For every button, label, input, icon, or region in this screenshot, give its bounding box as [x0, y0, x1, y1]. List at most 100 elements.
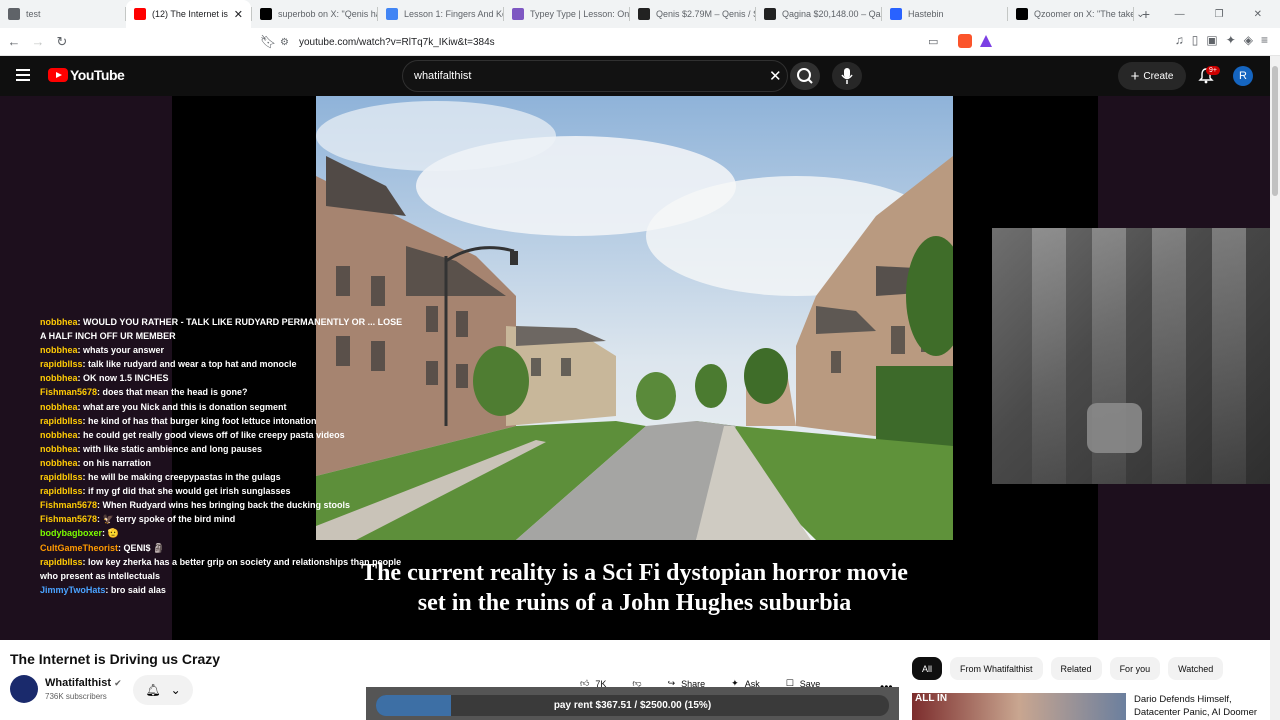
youtube-logo[interactable]: YouTube — [48, 67, 125, 83]
reload-icon[interactable]: ↻ — [52, 34, 72, 50]
youtube-play-icon — [48, 68, 68, 82]
x-icon — [260, 8, 272, 20]
clear-search-icon[interactable]: ✕ — [769, 67, 782, 85]
voice-search-button[interactable] — [832, 62, 862, 90]
chat-text: he will be making creepypastas in the gu… — [88, 472, 281, 483]
webcam-overlay — [992, 228, 1270, 484]
hamburger-menu-icon[interactable] — [16, 69, 30, 81]
chat-username: Fishman5678 — [40, 500, 98, 511]
chat-message: rapidblIss: he will be making creepypast… — [40, 472, 281, 483]
chat-message: Fishman5678: When Rudyard wins hes bring… — [40, 500, 351, 511]
address-bar: ← → ↻ 🔖︎ ⚙︎ youtube.com/watch?v=RlTq7k_I… — [0, 28, 1280, 56]
close-window-icon[interactable]: ✕ — [1254, 9, 1262, 20]
doc-icon — [386, 8, 398, 20]
chat-text: whats your answer — [83, 345, 165, 356]
channel-name[interactable]: Whatifalthist ✔ — [45, 677, 122, 689]
filter-chips: All From Whatifalthist Related For you Watch… — [912, 657, 1224, 680]
tab-search-icon[interactable]: ⌄ — [1136, 9, 1144, 20]
channel-name-text: Whatifalthist — [45, 677, 111, 689]
recommended-thumbnail[interactable]: ALL IN — [912, 693, 1126, 720]
account-avatar[interactable]: R — [1233, 66, 1253, 86]
caption-line-1: The current reality is a Sci Fi dystopia… — [361, 560, 908, 586]
chat-username: Fishman5678 — [40, 514, 98, 525]
wallet-icon[interactable]: ▣ — [1206, 33, 1217, 47]
browser-tab[interactable]: test — [0, 0, 125, 28]
chat-username: nobbhea — [40, 345, 78, 356]
forward-icon[interactable]: → — [28, 34, 48, 49]
chat-username: bodybagboxer — [40, 528, 103, 539]
browser-tab[interactable]: Qagina $20,148.00 – Qag — [756, 0, 881, 28]
youtube-header: YouTube whatifalthist ✕ + Create 9+ R — [0, 56, 1270, 96]
filter-chip[interactable]: For you — [1109, 657, 1161, 680]
vpn-icon[interactable]: ◈ — [1244, 33, 1253, 47]
filter-chip[interactable]: Watched — [1168, 657, 1224, 680]
menu-icon[interactable]: ≡ — [1261, 33, 1268, 47]
browser-tab[interactable]: Qzoomer on X: "The take — [1008, 0, 1133, 28]
chat-message: nobbhea: whats your answer — [40, 345, 165, 356]
tab-label: Qenis $2.79M – Qenis / S — [656, 9, 755, 19]
back-icon[interactable]: ← — [4, 34, 24, 49]
bookmark-icon[interactable]: 🔖︎ — [258, 34, 278, 50]
chat-text: 🦅 terry spoke of the bird mind — [102, 514, 236, 525]
filter-chip[interactable]: All — [912, 657, 943, 680]
chat-text: he kind of has that burger king foot let… — [88, 415, 317, 426]
chat-message: nobbhea: WOULD YOU RATHER - TALK LIKE RU… — [40, 317, 403, 342]
keyboard-icon — [512, 8, 524, 20]
browser-tab[interactable]: Typey Type | Lesson: One — [504, 0, 629, 28]
browser-tab[interactable]: superbob on X: "Qenis has — [252, 0, 377, 28]
plus-icon: + — [1130, 67, 1140, 85]
close-tab-icon[interactable]: ✕ — [234, 8, 243, 21]
tab-label: Lesson 1: Fingers And Ke — [404, 9, 503, 19]
media-icon[interactable]: ♫ — [1175, 33, 1184, 47]
restore-icon[interactable]: ❐ — [1215, 9, 1224, 20]
url-text: youtube.com/watch?v=RlTq7k_IKiw&t=384s — [298, 36, 495, 48]
chat-username: rapidblIss — [40, 486, 83, 497]
video-player[interactable]: nobbhea: WOULD YOU RATHER - TALK LIKE RU… — [0, 96, 1270, 640]
create-button[interactable]: + Create — [1118, 62, 1186, 90]
chat-overlay: nobbhea: WOULD YOU RATHER - TALK LIKE RU… — [40, 315, 410, 597]
paste-icon — [890, 8, 902, 20]
url-field[interactable]: ⚙︎ youtube.com/watch?v=RlTq7k_IKiw&t=384… — [280, 32, 1000, 52]
scrollbar-thumb[interactable] — [1272, 66, 1278, 196]
browser-tab[interactable]: Lesson 1: Fingers And Ke — [378, 0, 503, 28]
channel-avatar[interactable] — [10, 675, 38, 703]
chat-username: nobbhea — [40, 401, 78, 412]
browser-tab[interactable]: Hastebin — [882, 0, 1007, 28]
chat-text: WOULD YOU RATHER - TALK LIKE RUDYARD PER… — [40, 317, 403, 342]
sidebar-icon[interactable]: ▯ — [1192, 33, 1199, 47]
chart-icon — [638, 8, 650, 20]
chat-message: rapidblIss: if my gf did that she would … — [40, 486, 291, 497]
site-info-icon[interactable]: ⚙︎ — [280, 37, 289, 48]
chat-username: nobbhea — [40, 429, 78, 440]
search-input[interactable]: whatifalthist ✕ — [402, 60, 788, 92]
minimize-icon[interactable]: — — [1175, 9, 1185, 20]
tab-label: test — [26, 9, 41, 19]
chat-username: nobbhea — [40, 457, 78, 468]
filter-chip[interactable]: Related — [1050, 657, 1102, 680]
cast-icon[interactable]: ▭ — [928, 35, 938, 48]
brave-rewards-icon[interactable] — [980, 35, 992, 47]
chat-message: Fishman5678: does that mean the head is … — [40, 387, 248, 398]
globe-icon — [8, 8, 20, 20]
recommended-title[interactable]: Dario Defends Himself, Datacenter Panic,… — [1134, 693, 1274, 719]
tab-label: Typey Type | Lesson: One — [530, 9, 629, 19]
chat-text: QENI$ 🗿 — [123, 542, 165, 553]
search-button[interactable] — [790, 62, 820, 90]
chat-username: CultGameTheorist — [40, 542, 119, 553]
brave-shield-icon[interactable] — [958, 34, 972, 48]
chat-username: nobbhea — [40, 443, 78, 454]
chat-text: does that mean the head is gone? — [102, 387, 248, 398]
browser-tab[interactable]: (12) The Internet is ✕ — [126, 0, 251, 28]
ai-icon[interactable]: ✦ — [1226, 33, 1236, 47]
donation-progress-bar: pay rent $367.51 / $2500.00 (15%) — [376, 695, 889, 716]
chat-text: When Rudyard wins hes bringing back the … — [102, 500, 351, 511]
subscription-button[interactable]: 🔔︎ ⌄ — [133, 675, 193, 705]
chat-message: nobbhea: OK now 1.5 INCHES — [40, 373, 169, 384]
browser-tab[interactable]: Qenis $2.79M – Qenis / S — [630, 0, 755, 28]
youtube-logo-text: YouTube — [70, 67, 125, 83]
chat-text: 🫡 — [107, 528, 119, 539]
filter-chip[interactable]: From Whatifalthist — [950, 657, 1043, 680]
chat-text: OK now 1.5 INCHES — [83, 373, 169, 384]
page-scrollbar[interactable] — [1270, 56, 1280, 720]
search-query: whatifalthist — [414, 70, 472, 82]
